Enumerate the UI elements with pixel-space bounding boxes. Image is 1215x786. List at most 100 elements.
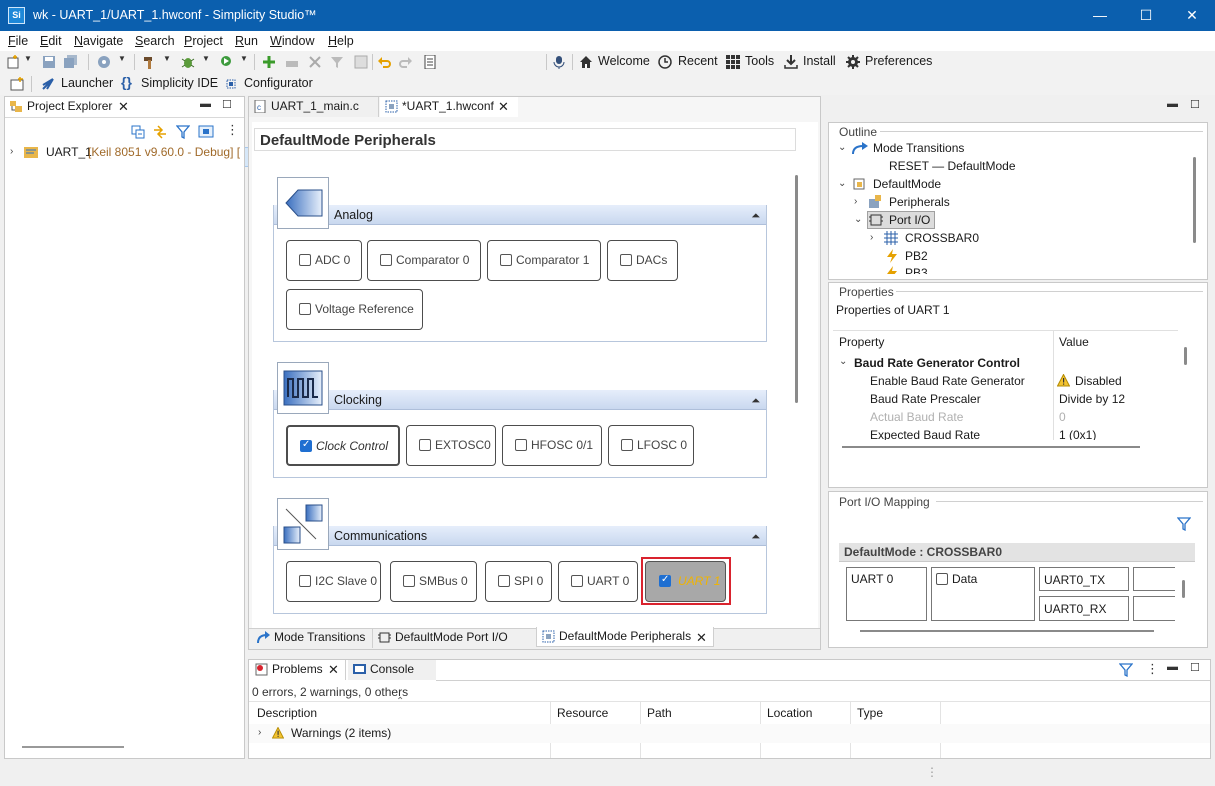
tab-defaultmode-peripherals[interactable]: DefaultMode Peripherals (536, 627, 714, 647)
analog-group-header[interactable]: Analog ⏶ (274, 205, 766, 225)
view-menu-icon[interactable]: ⋮ (226, 122, 239, 138)
chevron-down-icon[interactable]: ⌄ (838, 178, 846, 189)
run-icon[interactable] (219, 55, 233, 69)
close-icon[interactable]: ✕ (118, 99, 129, 115)
vertical-scrollbar[interactable] (1184, 347, 1187, 365)
build-hammer-icon[interactable] (143, 55, 157, 69)
tab-console[interactable]: Console (348, 660, 436, 680)
status-grip-icon[interactable]: ⋮ (926, 765, 938, 779)
menu-search[interactable]: Search (135, 34, 175, 48)
checkbox[interactable] (620, 254, 632, 266)
grid-tools-icon[interactable] (726, 55, 740, 69)
menu-help[interactable]: Help (328, 34, 354, 48)
chevron-down-icon[interactable]: ▼ (202, 54, 210, 63)
peripheral-spi0[interactable]: SPI 0 (485, 561, 552, 602)
clocking-group-header[interactable]: Clocking ⏶ (274, 390, 766, 410)
new-file-icon[interactable] (6, 55, 20, 69)
chevron-down-icon[interactable]: ⌄ (838, 142, 846, 153)
col-type[interactable]: Type (857, 706, 883, 720)
maximize-editor-icon[interactable]: ☐ (1190, 98, 1200, 111)
collapse-icon[interactable]: ⏶ (751, 527, 760, 547)
checkbox[interactable] (419, 439, 431, 451)
maximize-button[interactable]: ☐ (1123, 0, 1169, 31)
menu-run[interactable]: Run (235, 34, 258, 48)
minimize-view-icon[interactable]: ▬ (1167, 661, 1178, 673)
property-row-clipped[interactable]: Expected Baud Rate 1 (0x1) (833, 428, 1178, 440)
close-icon[interactable]: ✕ (498, 99, 509, 115)
peripheral-extosc0[interactable]: EXTOSC0 (406, 425, 496, 466)
chevron-right-icon[interactable]: › (854, 196, 857, 207)
checkbox[interactable] (380, 254, 392, 266)
document-icon[interactable] (423, 55, 437, 69)
property-name[interactable]: Baud Rate Prescaler (870, 392, 981, 406)
horizontal-scrollbar[interactable] (22, 746, 124, 748)
col-location[interactable]: Location (767, 706, 812, 720)
install-button[interactable]: Install (803, 54, 836, 68)
chevron-right-icon[interactable]: › (10, 146, 13, 157)
menu-edit[interactable]: Edit (40, 34, 62, 48)
checkbox[interactable] (498, 575, 510, 587)
property-group-baud[interactable]: Baud Rate Generator Control (854, 356, 1020, 370)
filter-icon[interactable] (176, 125, 190, 139)
redo-icon[interactable] (399, 55, 413, 69)
minimize-editor-icon[interactable]: ▬ (1167, 98, 1178, 110)
chevron-down-icon[interactable]: ▼ (118, 54, 126, 63)
filter-icon[interactable] (1177, 517, 1191, 531)
clock-icon[interactable] (658, 55, 672, 69)
peripheral-comparator0[interactable]: Comparator 0 (367, 240, 481, 281)
chevron-right-icon[interactable]: › (870, 232, 873, 243)
peripheral-uart0-cell[interactable]: UART 0 (846, 567, 927, 621)
minimize-button[interactable]: — (1077, 0, 1123, 31)
outline-item-pb3[interactable]: PB3 (886, 266, 1186, 274)
col-property-header[interactable]: Property (839, 335, 884, 349)
col-path[interactable]: Path (647, 706, 672, 720)
tools-button[interactable]: Tools (745, 54, 774, 68)
link-editor-icon[interactable] (153, 125, 167, 139)
signal-cell[interactable]: UART0_TX (1039, 567, 1129, 591)
view-menu-icon[interactable]: ⋮ (1146, 661, 1159, 677)
col-resource[interactable]: Resource (557, 706, 608, 720)
chevron-down-icon[interactable]: ▼ (240, 54, 248, 63)
property-name[interactable]: Enable Baud Rate Generator (870, 374, 1025, 388)
vertical-scrollbar[interactable] (1193, 157, 1196, 243)
perspective-launcher[interactable]: Launcher (61, 76, 113, 90)
checkbox-checked[interactable] (300, 438, 312, 452)
pin-cell[interactable] (1133, 596, 1175, 621)
open-perspective-icon[interactable] (10, 77, 24, 91)
peripheral-dacs[interactable]: DACs (607, 240, 678, 281)
checkbox-checked[interactable] (659, 573, 671, 587)
data-cell[interactable]: Data (931, 567, 1035, 621)
horizontal-scrollbar[interactable] (842, 446, 1140, 448)
checkbox[interactable] (299, 254, 311, 266)
peripheral-uart1[interactable]: UART 1 (645, 561, 726, 602)
undo-icon[interactable] (377, 55, 391, 69)
debug-config-icon[interactable] (97, 55, 111, 69)
property-value[interactable]: Disabled (1075, 374, 1122, 388)
maximize-view-icon[interactable]: ☐ (1190, 661, 1200, 674)
vertical-scrollbar[interactable] (795, 175, 798, 403)
gear-icon[interactable] (846, 55, 860, 69)
tab-uart-main-c[interactable]: c UART_1_main.c (249, 97, 379, 117)
recent-button[interactable]: Recent (678, 54, 718, 68)
close-icon[interactable]: ✕ (328, 662, 339, 678)
menu-file[interactable]: File (8, 34, 28, 48)
save-all-icon[interactable] (64, 55, 78, 69)
chevron-down-icon[interactable]: ▼ (24, 54, 32, 63)
vertical-scrollbar[interactable] (1182, 580, 1185, 598)
debug-bug-icon[interactable] (181, 55, 195, 69)
filter-icon[interactable] (1119, 663, 1133, 677)
checkbox[interactable] (500, 254, 512, 266)
home-icon[interactable] (579, 55, 593, 69)
peripheral-lfosc0[interactable]: LFOSC 0 (608, 425, 694, 466)
preferences-button[interactable]: Preferences (865, 54, 932, 68)
collapse-icon[interactable]: ⏶ (751, 391, 760, 411)
menu-navigate[interactable]: Navigate (74, 34, 123, 48)
close-window-button[interactable]: ✕ (1169, 0, 1215, 31)
communications-group-header[interactable]: Communications ⏶ (274, 526, 766, 546)
menu-window[interactable]: Window (270, 34, 314, 48)
microphone-icon[interactable] (552, 55, 566, 69)
welcome-button[interactable]: Welcome (598, 54, 650, 68)
peripheral-i2c-slave0[interactable]: I2C Slave 0 (286, 561, 381, 602)
add-icon[interactable] (262, 55, 276, 69)
checkbox[interactable] (299, 575, 311, 587)
